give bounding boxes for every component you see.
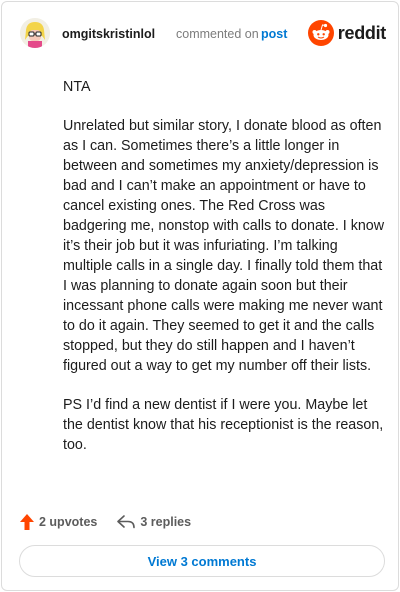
replies-count: 3 replies	[140, 515, 192, 529]
avatar[interactable]	[20, 18, 50, 48]
username-link[interactable]: omgitskristinlol	[62, 27, 155, 41]
reply-icon	[117, 515, 136, 529]
reddit-wordmark: reddit	[337, 22, 387, 43]
post-link[interactable]: post	[261, 27, 287, 41]
replies-button[interactable]: 3 replies	[117, 515, 191, 529]
comment-body: NTA Unrelated but similar story, I donat…	[63, 77, 385, 474]
upvote-button[interactable]: 2 upvotes	[20, 514, 97, 530]
comment-actions: 2 upvotes 3 replies	[20, 512, 191, 532]
reddit-logo[interactable]: reddit	[307, 20, 387, 46]
upvote-count: 2 upvotes	[39, 515, 98, 529]
comment-paragraph: NTA	[63, 79, 91, 95]
avatar-icon	[20, 18, 50, 48]
reddit-logo-icon	[307, 20, 334, 46]
comment-paragraph: Unrelated but similar story, I donate bl…	[63, 118, 385, 374]
comment-card: omgitskristinlol commented on post reddi…	[1, 1, 399, 591]
commented-on-label: commented on	[176, 27, 259, 41]
comment-header: omgitskristinlol commented on post reddi…	[20, 18, 386, 52]
upvote-arrow-icon	[20, 514, 34, 530]
comment-paragraph: PS I’d find a new dentist if I were you.…	[63, 397, 384, 453]
view-comments-button[interactable]: View 3 comments	[19, 545, 385, 577]
